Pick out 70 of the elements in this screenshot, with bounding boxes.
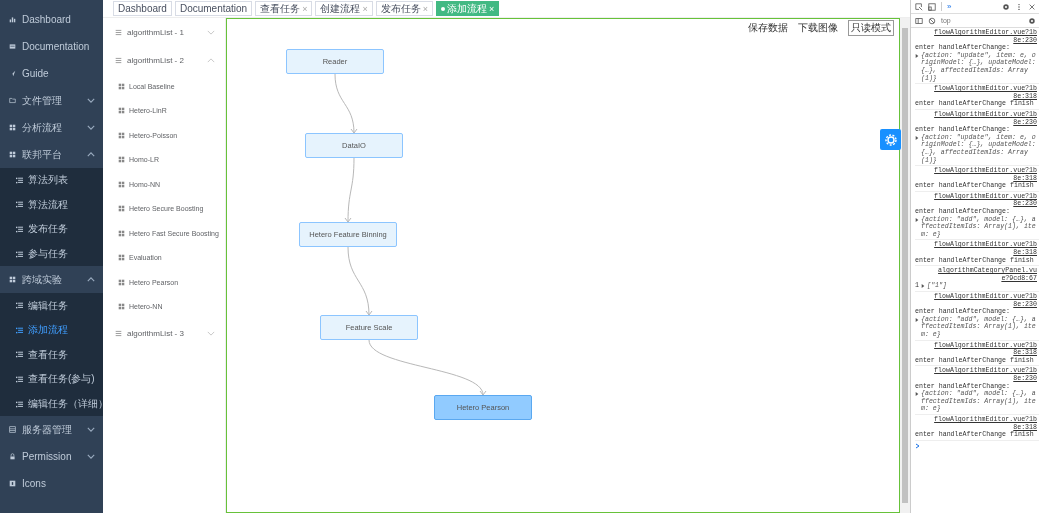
list-icon: [16, 400, 23, 408]
sidebar-item[interactable]: 分析流程: [0, 114, 103, 141]
gear-icon: [884, 133, 897, 146]
tab[interactable]: 发布任务 ×: [375, 1, 433, 16]
list-icon: [16, 326, 23, 334]
expand-icon[interactable]: [915, 317, 919, 322]
expand-icon[interactable]: [915, 392, 919, 397]
sidebar-item[interactable]: Guide: [0, 60, 103, 87]
submenu-item[interactable]: 参与任务: [0, 241, 103, 267]
algorithm-group[interactable]: algorithmList - 1: [103, 18, 225, 46]
tab[interactable]: 查看任务 ×: [255, 1, 313, 16]
settings-icon[interactable]: [1002, 2, 1010, 11]
sidebar-item[interactable]: Documentation: [0, 33, 103, 60]
expand-icon[interactable]: [915, 217, 919, 222]
sidebar-item[interactable]: Permission: [0, 443, 103, 471]
settings-button[interactable]: [880, 129, 901, 150]
more-tabs-button[interactable]: »: [947, 2, 952, 11]
sidebar-item[interactable]: Icons: [0, 470, 103, 498]
device-icon[interactable]: [928, 2, 936, 11]
mode-button[interactable]: 只读模式: [848, 20, 894, 36]
sidebar-item[interactable]: Dashboard: [0, 6, 103, 33]
grid-icon: [118, 254, 125, 262]
list-icon: [16, 226, 23, 233]
grid-icon: [118, 180, 125, 188]
toolbar-link[interactable]: 保存数据: [748, 21, 788, 35]
submenu-item[interactable]: 发布任务: [0, 217, 103, 242]
connector-arrow: [347, 246, 373, 316]
tab[interactable]: Dashboard: [113, 1, 172, 16]
algorithm-group[interactable]: algorithmList - 2: [103, 46, 225, 74]
submenu-item[interactable]: 编辑任务（详细）: [0, 391, 103, 417]
algorithm-group[interactable]: algorithmList - 3: [103, 319, 225, 347]
sidebar-item[interactable]: 联邦平台: [0, 141, 103, 168]
more-icon[interactable]: [1015, 2, 1023, 11]
expand-icon[interactable]: [915, 135, 919, 140]
expand-icon[interactable]: [915, 53, 919, 58]
list-icon: [16, 201, 23, 209]
list-icon: [16, 176, 23, 184]
sidebar-item[interactable]: 服务器管理: [0, 416, 103, 444]
inspect-icon[interactable]: [915, 2, 923, 11]
tab[interactable]: Documentation: [174, 1, 253, 16]
connector-arrow: [334, 73, 358, 134]
grid-icon: [118, 229, 125, 237]
prompt-icon[interactable]: [915, 442, 921, 449]
list-icon: [16, 250, 23, 258]
sidebar-toggle-icon[interactable]: [915, 16, 923, 25]
submenu-item[interactable]: 编辑任务: [0, 293, 103, 318]
grid-icon: [118, 82, 125, 90]
grid-icon: [118, 131, 125, 139]
expand-icon[interactable]: [920, 284, 925, 289]
grid-icon: [118, 278, 125, 286]
submenu-item[interactable]: 查看任务: [0, 342, 103, 368]
sidebar-item[interactable]: 跨域实验: [0, 266, 103, 294]
submenu-item[interactable]: 添加流程: [0, 317, 103, 343]
sidebar-item[interactable]: 文件管理: [0, 87, 103, 114]
tab[interactable]: 创建流程 ×: [315, 1, 373, 16]
clear-icon[interactable]: [928, 16, 936, 25]
list-icon: [16, 375, 23, 383]
connector-arrow: [344, 157, 355, 223]
grid-icon: [118, 107, 125, 115]
submenu-item[interactable]: 算法列表: [0, 168, 103, 193]
grid-icon: [118, 205, 125, 213]
grid-icon: [118, 303, 125, 311]
submenu-item[interactable]: 算法流程: [0, 192, 103, 218]
settings-icon[interactable]: [1028, 16, 1036, 25]
grid-icon: [118, 156, 125, 164]
close-icon[interactable]: [1028, 2, 1036, 11]
list-icon: [16, 351, 23, 359]
list-icon: [16, 302, 23, 310]
submenu-item[interactable]: 查看任务(参与): [0, 367, 103, 392]
toolbar-link[interactable]: 下载图像: [798, 21, 838, 35]
